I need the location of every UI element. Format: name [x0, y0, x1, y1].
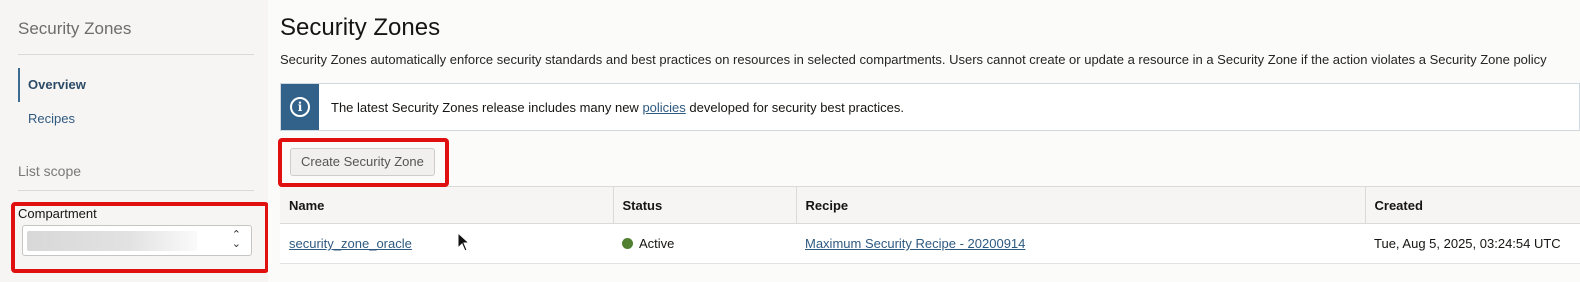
status-active-icon [622, 238, 633, 249]
banner-icon-area: i [281, 84, 319, 130]
sidebar-title: Security Zones [18, 19, 132, 38]
page-title: Security Zones [280, 14, 441, 41]
divider [18, 190, 254, 191]
list-scope-title: List scope [18, 163, 82, 179]
banner-text: The latest Security Zones release includ… [331, 100, 904, 115]
banner-text-start: The latest Security Zones release includ… [331, 100, 643, 115]
compartment-value-redacted [27, 231, 197, 251]
banner-text-end: developed for security best practices. [685, 100, 905, 115]
column-header-name[interactable]: Name [280, 186, 614, 224]
sidebar-nav: Overview Recipes [18, 68, 86, 136]
zone-name-cell: security_zone_oracle [280, 223, 613, 264]
page-description: Security Zones automatically enforce sec… [280, 52, 1547, 67]
divider [18, 54, 254, 55]
info-banner: i The latest Security Zones release incl… [280, 83, 1580, 131]
zone-name-link[interactable]: security_zone_oracle [289, 236, 412, 251]
sidebar: Security Zones Overview Recipes List sco… [0, 0, 268, 282]
sidebar-item-recipes[interactable]: Recipes [18, 102, 86, 136]
compartment-select[interactable]: ⌃ ⌄ [22, 225, 252, 256]
compartment-label: Compartment [18, 206, 97, 221]
create-security-zone-button[interactable]: Create Security Zone [290, 148, 435, 176]
table-header-row: Name Status Recipe Created [280, 186, 1580, 224]
created-cell: Tue, Aug 5, 2025, 03:24:54 UTC [1365, 223, 1580, 264]
chevron-up-down-icon: ⌃ ⌄ [231, 229, 241, 250]
mouse-cursor-icon [457, 232, 471, 252]
table-row: security_zone_oracle Active Maximum Secu… [280, 223, 1580, 264]
policies-link[interactable]: policies [642, 100, 685, 115]
security-zones-table: Name Status Recipe Created security_zone… [280, 186, 1580, 264]
sidebar-item-overview[interactable]: Overview [18, 68, 86, 102]
column-header-created[interactable]: Created [1365, 186, 1580, 224]
info-icon: i [290, 97, 310, 117]
column-header-status[interactable]: Status [613, 186, 797, 224]
status-text: Active [639, 236, 675, 251]
recipe-link[interactable]: Maximum Security Recipe - 20200914 [805, 236, 1025, 251]
recipe-cell: Maximum Security Recipe - 20200914 [796, 223, 1365, 264]
status-cell: Active [613, 223, 796, 264]
column-header-recipe[interactable]: Recipe [796, 186, 1366, 224]
